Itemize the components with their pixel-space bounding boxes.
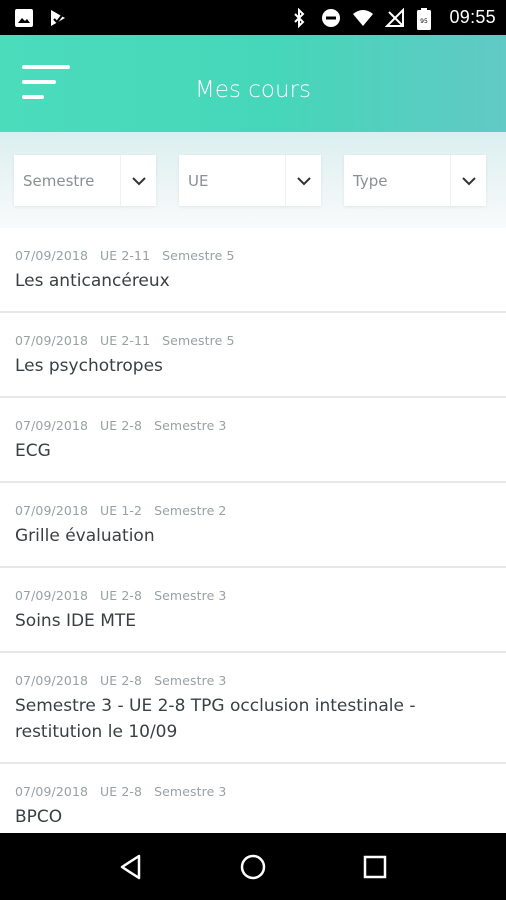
course-date: 07/09/2018 [15, 418, 89, 433]
course-ue: UE 2-8 [100, 588, 143, 603]
course-semestre: Semestre 3 [154, 418, 227, 433]
svg-text:95: 95 [421, 18, 429, 25]
course-title: ECG [15, 441, 51, 461]
page-title: Mes cours [194, 77, 312, 103]
course-date: 07/09/2018 [15, 588, 89, 603]
back-triangle-icon[interactable] [111, 847, 151, 887]
course-meta: 07/09/2018 UE 2-11 Semestre 5 [15, 248, 491, 263]
list-item[interactable]: 07/09/2018 UE 2-8 Semestre 3 Soins IDE M… [0, 568, 506, 653]
wifi-icon [353, 8, 374, 28]
course-date: 07/09/2018 [15, 248, 89, 263]
course-meta: 07/09/2018 UE 2-8 Semestre 3 [15, 418, 491, 433]
course-semestre: Semestre 5 [162, 333, 235, 348]
list-item[interactable]: 07/09/2018 UE 1-2 Semestre 2 Grille éval… [0, 483, 506, 568]
course-meta: 07/09/2018 UE 2-8 Semestre 3 [15, 588, 491, 603]
home-circle-icon[interactable] [233, 847, 273, 887]
course-ue: UE 2-11 [100, 248, 151, 263]
course-date: 07/09/2018 [15, 784, 89, 799]
course-semestre: Semestre 2 [154, 503, 227, 518]
ue-filter-select[interactable]: UE [179, 155, 321, 206]
chevron-down-icon [285, 155, 321, 206]
list-item[interactable]: 07/09/2018 UE 2-11 Semestre 5 Les antica… [0, 228, 506, 313]
course-title: Soins IDE MTE [15, 611, 136, 631]
list-item[interactable]: 07/09/2018 UE 2-8 Semestre 3 ECG [0, 398, 506, 483]
course-ue: UE 2-8 [100, 418, 143, 433]
list-item[interactable]: 07/09/2018 UE 2-11 Semestre 5 Les psycho… [0, 313, 506, 398]
filters-bar: Semestre UE Type [0, 132, 506, 228]
bluetooth-icon [289, 7, 309, 28]
image-icon [14, 8, 34, 28]
course-ue: UE 2-11 [100, 333, 151, 348]
course-meta: 07/09/2018 UE 1-2 Semestre 2 [15, 503, 491, 518]
select-label: Type [353, 171, 388, 190]
list-item[interactable]: 07/09/2018 UE 2-8 Semestre 3 BPCO [0, 764, 506, 833]
type-filter-select[interactable]: Type [344, 155, 486, 206]
do-not-disturb-icon [321, 8, 341, 28]
course-meta: 07/09/2018 UE 2-11 Semestre 5 [15, 333, 491, 348]
course-title: Semestre 3 - UE 2-8 TPG occlusion intest… [15, 696, 416, 742]
chevron-down-icon [450, 155, 486, 206]
course-title: Grille évaluation [15, 526, 155, 546]
course-title: BPCO [15, 807, 63, 827]
battery-icon: 95 [417, 7, 437, 30]
select-label: Semestre [23, 171, 95, 190]
course-semestre: Semestre 3 [154, 784, 227, 799]
app-bar: Mes cours [0, 35, 506, 132]
course-semestre: Semestre 5 [162, 248, 235, 263]
status-time: 09:55 [449, 7, 496, 27]
course-meta: 07/09/2018 UE 2-8 Semestre 3 [15, 673, 491, 688]
course-title: Les psychotropes [15, 356, 163, 376]
course-ue: UE 1-2 [100, 503, 143, 518]
course-semestre: Semestre 3 [154, 673, 227, 688]
course-date: 07/09/2018 [15, 333, 89, 348]
course-semestre: Semestre 3 [154, 588, 227, 603]
status-bar: 95 09:55 [0, 0, 506, 35]
course-ue: UE 2-8 [100, 784, 143, 799]
course-list: 07/09/2018 UE 2-11 Semestre 5 Les antica… [0, 228, 506, 833]
course-meta: 07/09/2018 UE 2-8 Semestre 3 [15, 784, 491, 799]
course-date: 07/09/2018 [15, 503, 89, 518]
download-check-icon [48, 8, 68, 28]
no-signal-icon [385, 7, 405, 28]
chevron-down-icon [120, 155, 156, 206]
list-item[interactable]: 07/09/2018 UE 2-8 Semestre 3 Semestre 3 … [0, 653, 506, 764]
course-title: Les anticancéreux [15, 271, 170, 291]
course-date: 07/09/2018 [15, 673, 89, 688]
system-nav-bar [0, 833, 506, 900]
recents-square-icon[interactable] [355, 847, 395, 887]
course-ue: UE 2-8 [100, 673, 143, 688]
select-label: UE [188, 171, 209, 190]
semestre-filter-select[interactable]: Semestre [14, 155, 156, 206]
